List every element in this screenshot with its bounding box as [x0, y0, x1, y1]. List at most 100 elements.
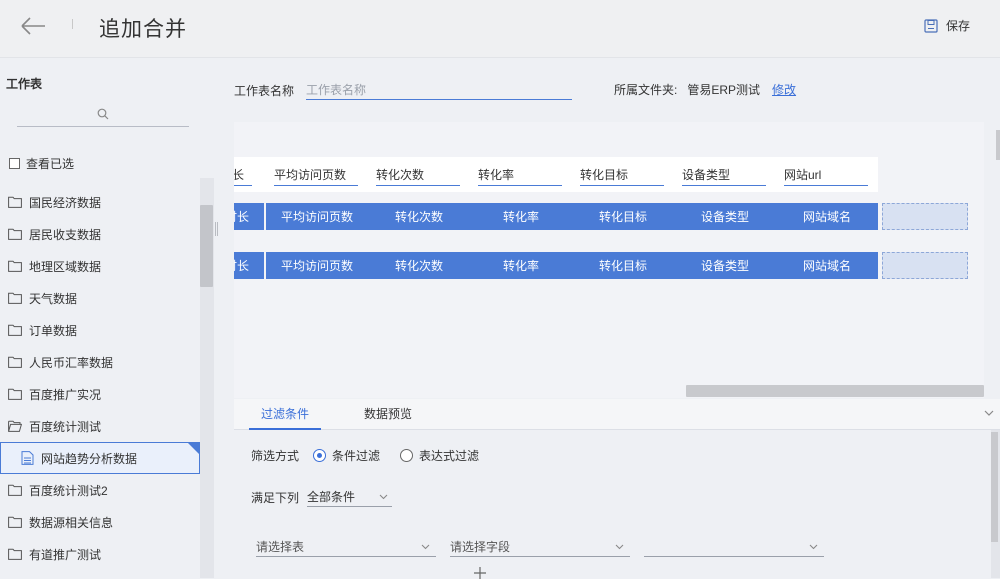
- folder-row: 所属文件夹: 管易ERP测试 修改: [614, 81, 796, 98]
- field-cell[interactable]: 转化次数: [368, 252, 470, 279]
- column-header[interactable]: 转化目标: [572, 157, 674, 192]
- field-cell[interactable]: 转化目标: [572, 252, 674, 279]
- tree-item-label: 国民经济数据: [29, 195, 102, 210]
- tree-folder-item-open[interactable]: 百度统计测试: [0, 410, 200, 442]
- column-header-input[interactable]: 转化率: [478, 166, 562, 186]
- column-header-input[interactable]: 转化目标: [580, 166, 664, 186]
- tree-item-label: 有道推广测试: [29, 547, 102, 562]
- select-table-dropdown[interactable]: 请选择表: [256, 537, 436, 557]
- bottom-scrollbar-thumb[interactable]: [991, 432, 998, 542]
- column-header[interactable]: 转化次数: [368, 157, 470, 192]
- folder-icon: [8, 324, 22, 336]
- chevron-down-icon: [379, 494, 388, 499]
- meet-conditions-select[interactable]: 全部条件: [307, 487, 393, 507]
- select-field-dropdown[interactable]: 请选择字段: [450, 537, 630, 557]
- table-file-icon: [21, 451, 34, 465]
- field-cell[interactable]: 转化率: [470, 203, 572, 230]
- field-cell[interactable]: 网站域名: [776, 252, 878, 279]
- folder-open-icon: [8, 420, 22, 432]
- column-header-input[interactable]: 转化次数: [376, 166, 460, 186]
- field-cell-label: 转化率: [502, 259, 539, 273]
- show-selected-checkbox[interactable]: 查看已选: [9, 155, 74, 172]
- chevron-down-icon: [615, 544, 624, 549]
- sidebar-scrollbar-thumb[interactable]: [200, 205, 213, 287]
- chevron-down-icon[interactable]: [984, 409, 994, 417]
- panel-resize-handle[interactable]: [215, 222, 218, 236]
- tree-item-label: 百度统计测试: [29, 419, 102, 434]
- column-header-input[interactable]: 平均访问页数: [274, 166, 358, 186]
- field-cell[interactable]: 时长: [234, 203, 264, 230]
- tree-folder-item[interactable]: 地理区域数据: [0, 250, 200, 282]
- tab-data-preview[interactable]: 数据预览: [352, 399, 424, 430]
- chevron-down-icon: [809, 544, 818, 549]
- radio-expression-filter[interactable]: [400, 449, 414, 462]
- field-cell[interactable]: 转化率: [470, 252, 572, 279]
- sidebar: 工作表 查看已选 国民经济数据 居民收支数据 地理区域数据 天气数据 订单数据: [0, 58, 215, 578]
- field-cell[interactable]: 网站域名: [776, 203, 878, 230]
- column-header[interactable]: 平均访问页数: [266, 157, 368, 192]
- tab-filter-conditions[interactable]: 过滤条件: [249, 399, 321, 430]
- field-cell[interactable]: 时长: [234, 252, 264, 279]
- tree-folder-item[interactable]: 居民收支数据: [0, 218, 200, 250]
- field-cell[interactable]: 平均访问页数: [266, 252, 368, 279]
- column-header-input[interactable]: 网站url: [784, 166, 868, 186]
- field-cell[interactable]: 转化目标: [572, 203, 674, 230]
- select-field-placeholder: 请选择字段: [450, 540, 511, 554]
- tree-item-label: 百度统计测试2: [29, 483, 108, 498]
- top-bar: 追加合并 保存: [0, 0, 1000, 58]
- sidebar-title: 工作表: [6, 77, 43, 91]
- tree-folder-item[interactable]: 百度推广实况: [0, 378, 200, 410]
- grid-vertical-scrollbar[interactable]: [996, 130, 1000, 160]
- field-cell-label: 平均访问页数: [280, 259, 353, 273]
- column-header-input[interactable]: 设备类型: [682, 166, 766, 186]
- page-title: 追加合并: [99, 18, 187, 41]
- column-header[interactable]: 长: [234, 157, 266, 192]
- tree-item-label: 百度推广实况: [29, 387, 102, 402]
- edit-folder-link[interactable]: 修改: [772, 83, 796, 97]
- checkbox[interactable]: [9, 158, 20, 169]
- folder-value: 管易ERP测试: [687, 83, 761, 97]
- save-label: 保存: [945, 19, 970, 33]
- back-arrow-icon[interactable]: [18, 14, 48, 38]
- tree-folder-item[interactable]: 人民币汇率数据: [0, 346, 200, 378]
- chevron-down-icon: [421, 544, 430, 549]
- folder-icon: [8, 388, 22, 400]
- tree-folder-item[interactable]: 百度统计测试2: [0, 474, 200, 506]
- column-header[interactable]: 转化率: [470, 157, 572, 192]
- column-header-input[interactable]: 长: [234, 166, 252, 186]
- select-value-dropdown[interactable]: [644, 537, 824, 557]
- meet-select-value: 全部条件: [307, 490, 356, 504]
- tree-item-label: 订单数据: [29, 323, 78, 338]
- tree-table-item-selected[interactable]: 网站趋势分析数据: [0, 442, 200, 474]
- drop-target-cell[interactable]: [882, 203, 968, 230]
- radio-condition-label[interactable]: 条件过滤: [332, 447, 380, 464]
- tree-folder-item[interactable]: 数据源相关信息: [0, 506, 200, 538]
- show-selected-label: 查看已选: [26, 157, 75, 171]
- folder-icon: [8, 356, 22, 368]
- field-cell[interactable]: 平均访问页数: [266, 203, 368, 230]
- grid-horizontal-scrollbar[interactable]: [686, 385, 984, 397]
- worksheet-name-input[interactable]: [306, 80, 573, 100]
- add-condition-icon[interactable]: [474, 567, 486, 579]
- sidebar-search-input[interactable]: [17, 100, 189, 127]
- column-header[interactable]: 网站url: [776, 157, 878, 192]
- field-cell-label: 平均访问页数: [280, 210, 353, 224]
- radio-expression-label[interactable]: 表达式过滤: [419, 447, 479, 464]
- tree-item-label: 数据源相关信息: [29, 515, 114, 530]
- field-cell[interactable]: 转化次数: [368, 203, 470, 230]
- tree-item-label: 天气数据: [29, 291, 78, 306]
- tree-folder-item[interactable]: 国民经济数据: [0, 186, 200, 218]
- tree-folder-item[interactable]: 有道推广测试: [0, 538, 200, 570]
- field-cell-label: 转化目标: [598, 210, 647, 224]
- drop-target-cell[interactable]: [882, 252, 968, 279]
- save-button[interactable]: 保存: [924, 17, 970, 34]
- bottom-panel: 过滤条件 数据预览 筛选方式 条件过滤 表达式过滤 满足下列 全部条件 请选择表…: [234, 399, 1000, 579]
- column-header[interactable]: 设备类型: [674, 157, 776, 192]
- tree-item-label: 居民收支数据: [29, 227, 102, 242]
- tree-folder-item[interactable]: 天气数据: [0, 282, 200, 314]
- field-cell[interactable]: 设备类型: [674, 203, 776, 230]
- radio-condition-filter[interactable]: [313, 449, 327, 462]
- field-cell[interactable]: 设备类型: [674, 252, 776, 279]
- tree-folder-item[interactable]: 订单数据: [0, 314, 200, 346]
- folder-label: 所属文件夹:: [614, 83, 678, 97]
